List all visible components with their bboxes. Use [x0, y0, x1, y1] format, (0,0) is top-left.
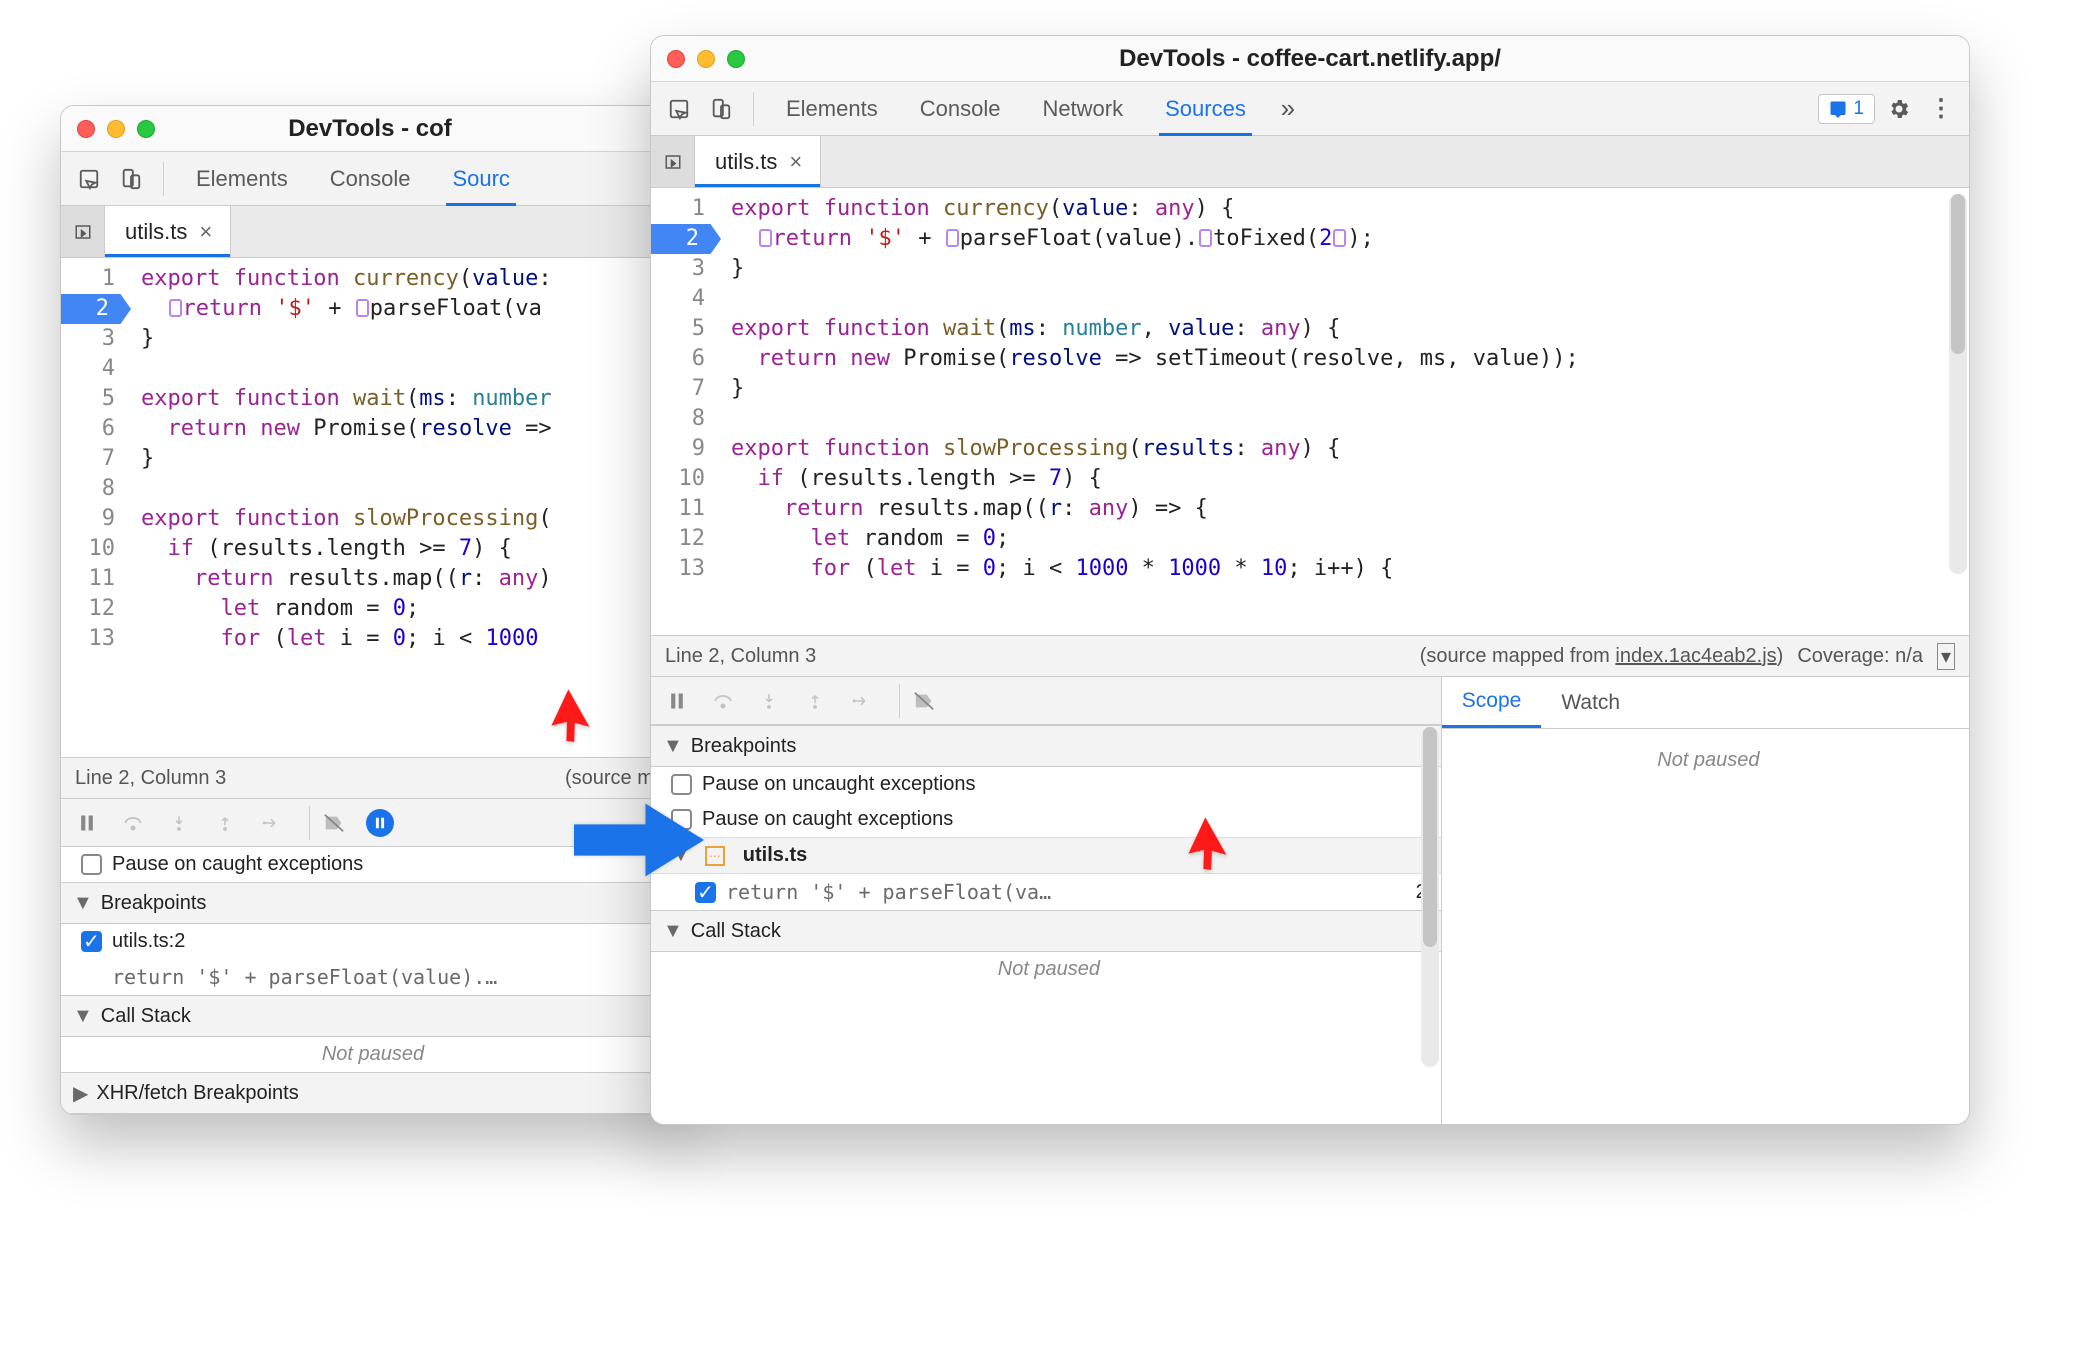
tab-sources[interactable]: Sources — [1147, 82, 1264, 136]
navigator-toggle-icon[interactable] — [61, 206, 105, 257]
deactivate-breakpoints-icon[interactable] — [908, 685, 940, 717]
step-over-icon[interactable] — [117, 807, 149, 839]
breakpoint-entry[interactable]: ✓ return '$' + parseFloat(va… 2 — [651, 874, 1441, 910]
breakpoint-code: return '$' + parseFloat(value).… — [61, 959, 679, 995]
checkbox[interactable] — [81, 854, 102, 875]
cursor-position: Line 2, Column 3 — [75, 767, 226, 790]
issue-icon — [1829, 100, 1847, 118]
code-editor[interactable]: 1 2 3 4 5 6 7 8 9 10 11 12 13 export fun… — [651, 188, 1969, 635]
tab-elements[interactable]: Elements — [768, 82, 896, 136]
close-icon[interactable]: × — [789, 149, 802, 175]
deactivate-breakpoints-icon[interactable] — [318, 807, 350, 839]
step-into-icon[interactable] — [753, 685, 785, 717]
mapped-file-link[interactable]: index.1ac4eab2.js — [1615, 645, 1776, 667]
file-tab-bar: utils.ts × — [61, 206, 679, 258]
debugger-right-pane: Scope Watch Not paused — [1442, 677, 1969, 1124]
file-tab-utils[interactable]: utils.ts × — [695, 136, 821, 187]
debugger-toolbar — [651, 677, 1441, 725]
navigator-toggle-icon[interactable] — [651, 136, 695, 187]
breakpoints-header[interactable]: ▼Breakpoints — [651, 725, 1441, 767]
traffic-lights — [77, 120, 155, 138]
tab-console[interactable]: Console — [312, 152, 429, 206]
step-out-icon[interactable] — [209, 807, 241, 839]
step-into-icon[interactable] — [163, 807, 195, 839]
scope-watch-tabs: Scope Watch — [1442, 677, 1969, 729]
call-stack-header[interactable]: ▼Call Stack — [61, 995, 679, 1037]
minimize-icon[interactable] — [107, 120, 125, 138]
minimize-icon[interactable] — [697, 50, 715, 68]
inspect-icon[interactable] — [661, 91, 697, 127]
issues-badge[interactable]: 1 — [1818, 94, 1875, 124]
coverage-info: Coverage: n/a — [1797, 645, 1923, 668]
scrollbar[interactable] — [1949, 194, 1967, 574]
annotation-arrow-icon — [1185, 814, 1245, 874]
devtools-window-back: DevTools - cof Elements Console Sourc ut… — [60, 105, 680, 1115]
step-out-icon[interactable] — [799, 685, 831, 717]
tab-sources[interactable]: Sourc — [434, 152, 527, 206]
close-icon[interactable] — [77, 120, 95, 138]
code-editor[interactable]: 1 2 3 4 5 6 7 8 9 10 11 12 13 export fun… — [61, 258, 679, 757]
annotation-arrow-icon — [548, 686, 608, 746]
step-over-icon[interactable] — [707, 685, 739, 717]
breakpoint-marker[interactable]: 2 — [651, 224, 721, 254]
line-gutter[interactable]: 1 2 3 4 5 6 7 8 9 10 11 12 13 — [61, 258, 131, 757]
step-icon[interactable] — [845, 685, 877, 717]
code-content[interactable]: export function currency(value: any) { r… — [721, 188, 1969, 635]
file-tab-utils[interactable]: utils.ts × — [105, 206, 231, 257]
maximize-icon[interactable] — [727, 50, 745, 68]
pause-on-uncaught-row[interactable]: Pause on uncaught exceptions — [651, 767, 1441, 802]
xhr-breakpoints-header[interactable]: ▶XHR/fetch Breakpoints — [61, 1072, 679, 1114]
device-icon[interactable] — [113, 161, 149, 197]
gear-icon[interactable] — [1881, 91, 1917, 127]
annotation-big-arrow-icon — [574, 790, 704, 890]
checkbox[interactable]: ✓ — [81, 931, 102, 952]
close-icon[interactable]: × — [199, 219, 212, 245]
breakpoint-item[interactable]: ✓ utils.ts:2 — [61, 924, 679, 959]
not-paused-label: Not paused — [61, 1037, 679, 1072]
tab-network[interactable]: Network — [1024, 82, 1141, 136]
device-icon[interactable] — [703, 91, 739, 127]
file-tab-label: utils.ts — [125, 219, 187, 245]
expand-icon[interactable]: ▾ — [1937, 643, 1955, 670]
scrollbar[interactable] — [1421, 727, 1439, 1067]
devtools-window-front: DevTools - coffee-cart.netlify.app/ Elem… — [650, 35, 1970, 1125]
call-stack-header[interactable]: ▼Call Stack — [651, 910, 1441, 952]
not-paused-label: Not paused — [651, 952, 1441, 987]
line-gutter[interactable]: 1 2 3 4 5 6 7 8 9 10 11 12 13 — [651, 188, 721, 635]
step-icon[interactable] — [255, 807, 287, 839]
source-map-info: (source mapped from index.1ac4eab2.js) — [1420, 645, 1784, 668]
traffic-lights — [667, 50, 745, 68]
cursor-position: Line 2, Column 3 — [665, 645, 816, 668]
close-icon[interactable] — [667, 50, 685, 68]
devtools-toolbar: Elements Console Network Sources » 1 ⋮ — [651, 82, 1969, 136]
tab-scope[interactable]: Scope — [1442, 677, 1542, 728]
separator — [163, 162, 164, 196]
maximize-icon[interactable] — [137, 120, 155, 138]
tab-elements[interactable]: Elements — [178, 152, 306, 206]
scope-not-paused: Not paused — [1442, 729, 1969, 778]
editor-status-bar: Line 2, Column 3 (source mapped from ind… — [651, 635, 1969, 677]
titlebar[interactable]: DevTools - coffee-cart.netlify.app/ — [651, 36, 1969, 82]
code-content[interactable]: export function currency(value: return '… — [131, 258, 679, 757]
inspect-icon[interactable] — [71, 161, 107, 197]
devtools-toolbar: Elements Console Sourc — [61, 152, 679, 206]
tab-console[interactable]: Console — [902, 82, 1019, 136]
window-title: DevTools - cof — [288, 115, 452, 143]
js-file-icon: ⋯ — [705, 846, 725, 866]
breakpoint-marker[interactable]: 2 — [61, 294, 131, 324]
pause-on-exceptions-icon[interactable] — [364, 807, 396, 839]
pause-on-caught-row[interactable]: Pause on caught exceptions — [651, 802, 1441, 837]
more-tabs-icon[interactable]: » — [1270, 91, 1306, 127]
titlebar[interactable]: DevTools - cof — [61, 106, 679, 152]
debugger-left-pane: ▼Breakpoints Pause on uncaught exception… — [651, 677, 1442, 1124]
file-tab-bar: utils.ts × — [651, 136, 1969, 188]
pause-icon[interactable] — [71, 807, 103, 839]
bp-file-row[interactable]: ▼ ⋯ utils.ts — [651, 837, 1441, 874]
kebab-icon[interactable]: ⋮ — [1923, 91, 1959, 127]
debugger-split: ▼Breakpoints Pause on uncaught exception… — [651, 677, 1969, 1124]
pause-icon[interactable] — [661, 685, 693, 717]
file-tab-label: utils.ts — [715, 149, 777, 175]
tab-watch[interactable]: Watch — [1541, 677, 1640, 728]
window-title: DevTools - coffee-cart.netlify.app/ — [1119, 45, 1501, 73]
